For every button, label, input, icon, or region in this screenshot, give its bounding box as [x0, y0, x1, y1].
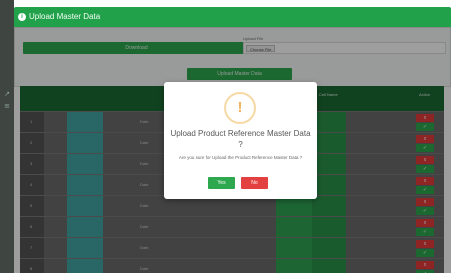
confirm-no-button[interactable]: No	[241, 177, 268, 189]
upload-master-data-screen: ↗ ≡ i Upload Master Data Download Upload…	[0, 0, 459, 273]
page-title: Upload Master Data	[29, 12, 101, 21]
modal-title: Upload Product Reference Master Data ?	[170, 129, 311, 149]
left-navigation-rail: ↗ ≡	[0, 0, 14, 273]
warning-icon: !	[224, 92, 256, 124]
navigation-icon[interactable]: ↗	[3, 90, 11, 98]
modal-message: Are you sure for Upload the Product Refe…	[178, 155, 303, 160]
confirm-yes-button[interactable]: Yes	[208, 177, 235, 189]
menu-icon[interactable]: ≡	[3, 102, 11, 110]
info-icon: i	[18, 13, 26, 21]
page-header: i Upload Master Data	[14, 7, 451, 27]
upload-confirmation-modal: ! Upload Product Reference Master Data ?…	[164, 82, 317, 199]
